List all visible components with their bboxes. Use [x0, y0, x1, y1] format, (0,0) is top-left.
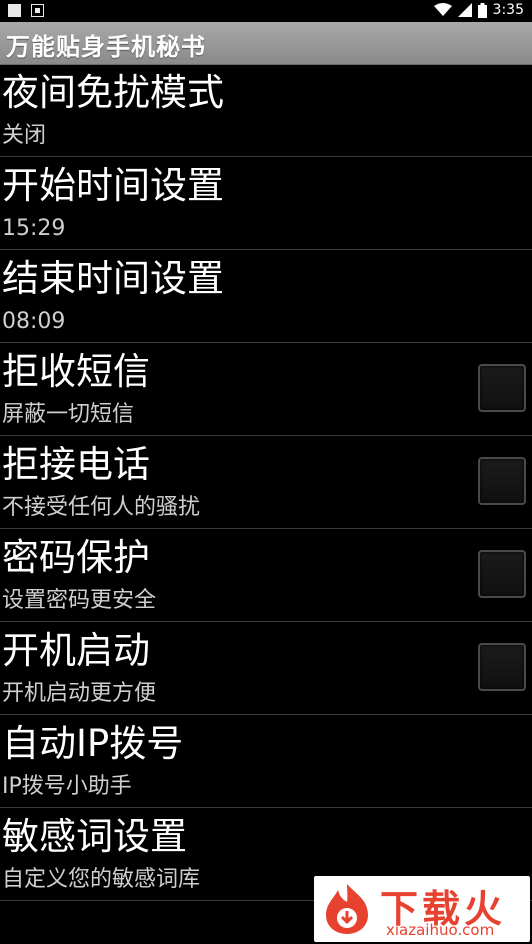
setting-password-protect[interactable]: 密码保护 设置密码更安全 — [0, 529, 532, 622]
settings-list: 夜间免扰模式 关闭 开始时间设置 15:29 结束时间设置 08:09 拒收短信… — [0, 64, 532, 901]
block-sms-checkbox[interactable] — [478, 364, 526, 412]
setting-label: 自动IP拨号 — [2, 722, 184, 765]
setting-label: 拒收短信 — [2, 350, 150, 393]
watermark-domain: xiazaihuo.com — [386, 921, 495, 939]
app-title: 万能贴身手机秘书 — [6, 33, 206, 61]
setting-night-mode[interactable]: 夜间免扰模式 关闭 — [0, 64, 532, 157]
cell-signal-icon — [457, 3, 472, 17]
block-calls-checkbox[interactable] — [478, 457, 526, 505]
setting-auto-ip-dial[interactable]: 自动IP拨号 IP拨号小助手 — [0, 715, 532, 808]
status-right: 3:35 — [433, 2, 524, 18]
setting-summary: 自定义您的敏感词库 — [2, 867, 201, 892]
setting-summary: IP拨号小助手 — [2, 774, 132, 799]
notification-app-icon — [31, 4, 44, 17]
setting-block-calls[interactable]: 拒接电话 不接受任何人的骚扰 — [0, 436, 532, 529]
status-left — [8, 4, 44, 17]
setting-summary: 关闭 — [2, 123, 47, 148]
setting-label: 结束时间设置 — [2, 257, 224, 300]
notification-square-icon — [8, 4, 21, 17]
status-time: 3:35 — [492, 2, 524, 18]
setting-start-time[interactable]: 开始时间设置 15:29 — [0, 157, 532, 250]
setting-summary: 不接受任何人的骚扰 — [2, 495, 201, 520]
app-title-bar: 万能贴身手机秘书 — [0, 22, 532, 65]
boot-start-checkbox[interactable] — [478, 643, 526, 691]
setting-label: 敏感词设置 — [2, 815, 187, 858]
setting-summary: 屏蔽一切短信 — [2, 402, 135, 427]
setting-label: 开机启动 — [2, 629, 150, 672]
wifi-icon — [433, 3, 452, 16]
status-bar: 3:35 — [0, 0, 532, 22]
setting-summary: 08:09 — [2, 309, 66, 334]
setting-end-time[interactable]: 结束时间设置 08:09 — [0, 250, 532, 343]
watermark-logo: 下载火 xiazaihuo.com — [314, 876, 530, 942]
setting-summary: 开机启动更方便 — [2, 681, 157, 706]
setting-boot-start[interactable]: 开机启动 开机启动更方便 — [0, 622, 532, 715]
setting-summary: 设置密码更安全 — [2, 588, 157, 613]
setting-label: 夜间免扰模式 — [2, 71, 224, 114]
setting-label: 开始时间设置 — [2, 164, 224, 207]
password-protect-checkbox[interactable] — [478, 550, 526, 598]
setting-block-sms[interactable]: 拒收短信 屏蔽一切短信 — [0, 343, 532, 436]
flame-logo-icon — [326, 884, 368, 934]
setting-label: 拒接电话 — [2, 443, 150, 486]
battery-icon — [477, 2, 487, 18]
setting-label: 密码保护 — [2, 536, 150, 579]
setting-summary: 15:29 — [2, 216, 66, 241]
